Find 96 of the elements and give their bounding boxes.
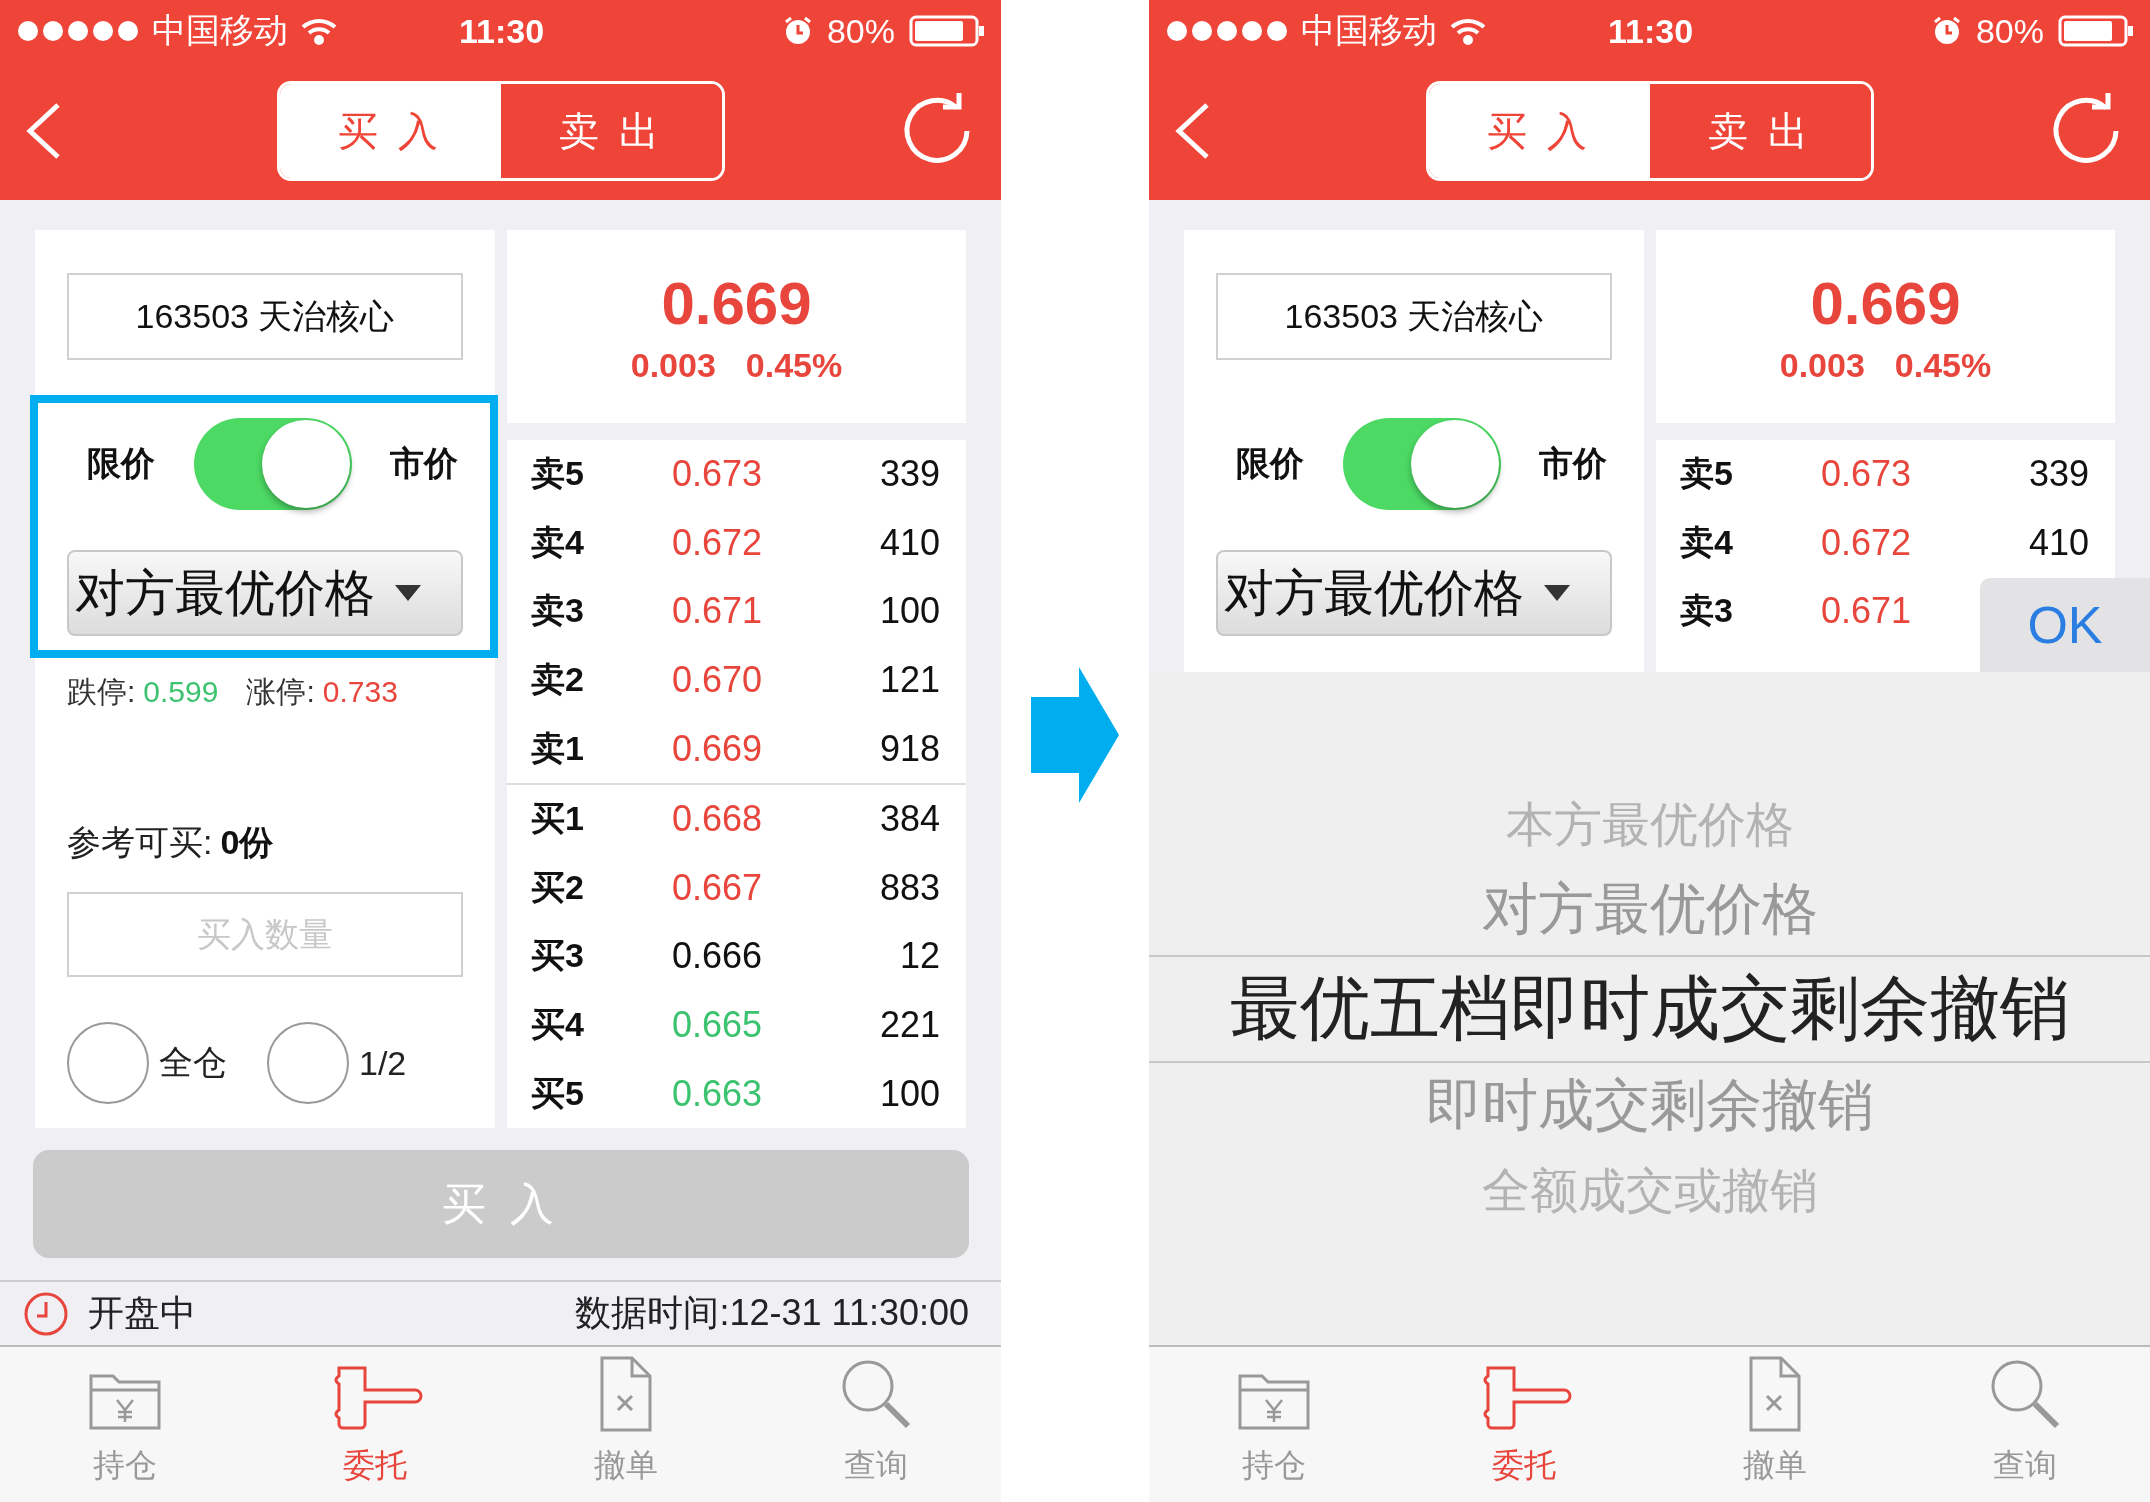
tab-bar-item[interactable]: 委托 [1399,1347,1650,1502]
order-price: 0.672 [672,521,763,564]
stock-field[interactable]: 163503 天治核心 [1216,273,1612,360]
order-quantity: 918 [879,727,940,770]
order-quantity: 410 [2028,521,2089,564]
order-level: 卖5 [531,453,585,495]
picker-option[interactable]: 本方最优价格 [1149,782,2150,867]
order-price: 0.668 [672,798,763,841]
order-level: 买1 [531,798,585,840]
order-level: 卖3 [531,590,585,632]
tab-bar-item[interactable]: 持仓 [0,1347,251,1502]
caret-icon [1544,585,1570,601]
order-level: 卖2 [531,659,585,701]
order-quantity: 883 [879,866,940,909]
picker-option[interactable]: 对方最优价格 [1149,867,2150,952]
price-type-toggle[interactable] [193,418,352,510]
price-type-label: 市价 [390,443,458,484]
alarm-icon [1931,16,1962,46]
wifi-icon [300,16,338,46]
tab-bar-item[interactable]: 委托 [250,1347,501,1502]
picker-option[interactable]: 全额成交或撤销 [1149,1148,2150,1233]
limit-value: 0.733 [322,674,398,710]
ok-button[interactable]: OK [1980,578,2150,672]
available-label: 参考可买: [67,822,213,863]
tab-bar-item[interactable]: 持仓 [1149,1347,1400,1502]
radio-label: 1/2 [359,1043,407,1083]
order-level: 卖4 [1680,521,1734,563]
order-level: 买5 [531,1072,585,1114]
order-level: 卖4 [531,521,585,563]
order-price: 0.667 [672,866,763,909]
order-quantity: 121 [879,659,940,702]
order-price: 0.672 [1821,521,1912,564]
order-quantity: 221 [879,1004,940,1047]
caret-icon [395,585,421,601]
price-type-label: 限价 [87,443,155,484]
order-level: 卖1 [531,727,585,769]
status-time: 11:30 [458,11,545,51]
order-price: 0.663 [672,1072,763,1115]
order-level: 买2 [531,866,585,908]
picker-option[interactable]: 最优五档即时成交剩余撤销 [1149,955,2150,1063]
alarm-icon [782,16,813,46]
data-time: 数据时间:12-31 11:30:00 [575,1291,969,1335]
battery-percent: 80% [826,11,895,51]
order-price: 0.671 [1821,590,1912,633]
limit-value: 0.599 [143,674,219,710]
order-type-dropdown[interactable]: 对方最优价格 [67,550,463,636]
tab-bar-item[interactable]: 查询 [1899,1347,2150,1502]
order-price: 0.665 [672,1004,763,1047]
limit-label: 涨停: [246,674,315,710]
order-price: 0.673 [672,453,763,496]
order-level: 买4 [531,1004,585,1046]
percent-change: 0.45% [1894,345,1992,385]
order-level: 买3 [531,935,585,977]
order-price: 0.673 [1821,453,1912,496]
price-type-label: 限价 [1236,443,1304,484]
order-quantity: 410 [879,521,940,564]
order-price: 0.666 [672,935,763,978]
order-price: 0.669 [672,727,763,770]
carrier-name: 中国移动 [1301,10,1437,51]
radio-label: 全仓 [159,1042,227,1083]
price-type-toggle[interactable] [1342,418,1501,510]
last-price: 0.669 [661,268,812,338]
tab-bar-item[interactable]: 撤单 [1649,1347,1900,1502]
tab-bar-item[interactable]: 撤单 [500,1347,751,1502]
order-quantity: 100 [879,590,940,633]
last-price: 0.669 [1810,268,1961,338]
order-price: 0.671 [672,590,763,633]
percent-change: 0.45% [745,345,843,385]
order-quantity: 339 [2028,453,2089,496]
signal-dots-icon [1165,19,1289,43]
order-quantity: 339 [879,453,940,496]
order-level: 卖3 [1680,590,1734,632]
tab-bar-item[interactable]: 查询 [750,1347,1001,1502]
status-time: 11:30 [1607,11,1694,51]
picker-option[interactable]: 即时成交剩余撤销 [1149,1063,2150,1148]
market-state: 开盘中 [88,1291,196,1335]
order-level: 卖5 [1680,453,1734,495]
order-price: 0.670 [672,659,763,702]
segment-tab[interactable]: 买 入 [1428,84,1650,178]
price-change: 0.003 [630,345,716,385]
order-quantity: 384 [879,798,940,841]
battery-percent: 80% [1975,11,2044,51]
order-type-dropdown[interactable]: 对方最优价格 [1216,550,1612,636]
segment-tab[interactable]: 买 入 [279,84,501,178]
battery-icon [909,15,987,47]
price-type-label: 市价 [1539,443,1607,484]
order-quantity: 100 [879,1072,940,1115]
stock-field[interactable]: 163503 天治核心 [67,273,463,360]
available-value: 0份 [220,822,274,863]
battery-icon [2058,15,2136,47]
carrier-name: 中国移动 [152,10,288,51]
wifi-icon [1449,16,1487,46]
signal-dots-icon [16,19,140,43]
order-quantity: 12 [899,935,940,978]
price-change: 0.003 [1779,345,1865,385]
limit-label: 跌停: [67,674,136,710]
